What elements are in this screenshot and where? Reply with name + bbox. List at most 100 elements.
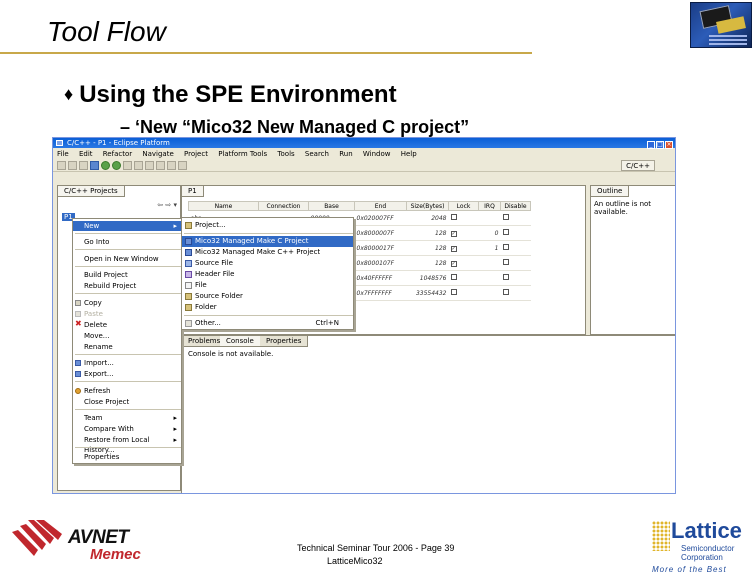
menu-item-paste[interactable]: Paste	[73, 309, 181, 319]
avnet-chevron-logo-icon	[12, 520, 62, 556]
submenu-item-project[interactable]: Project...	[182, 220, 353, 231]
external-tools-icon[interactable]	[123, 161, 132, 170]
menu-item-close-project[interactable]: Close Project	[73, 397, 181, 407]
lock-checkbox[interactable]	[448, 270, 479, 286]
menu-navigate[interactable]: Navigate	[142, 150, 173, 158]
tab-cpp-projects[interactable]: C/C++ Projects	[58, 186, 125, 197]
disable-checkbox[interactable]	[500, 240, 531, 256]
submenu-item-mico32-cpp-project[interactable]: Mico32 Managed Make C++ Project	[182, 247, 353, 258]
lock-checkbox[interactable]: ✓	[448, 240, 479, 256]
menu-item-export[interactable]: Export...	[73, 369, 181, 379]
build-icon[interactable]	[90, 161, 99, 170]
col-irq[interactable]: IRQ	[478, 201, 501, 211]
menu-project[interactable]: Project	[184, 150, 208, 158]
window-titlebar[interactable]: C/C++ - P1 - Eclipse Platform _ □ ×	[53, 138, 675, 149]
disable-checkbox[interactable]	[500, 210, 531, 226]
menu-item-new[interactable]: New ▸	[73, 221, 181, 231]
perspective-cpp[interactable]: C/C++	[626, 162, 650, 170]
menu-item-go-into[interactable]: Go Into	[73, 237, 181, 247]
new-class-icon[interactable]	[134, 161, 143, 170]
menu-item-rebuild-project[interactable]: Rebuild Project	[73, 281, 181, 291]
cell-size: 128	[406, 255, 449, 271]
menu-item-move[interactable]: Move...	[73, 331, 181, 341]
menu-item-copy[interactable]: Copy	[73, 298, 181, 308]
forward-icon[interactable]	[178, 161, 187, 170]
col-base[interactable]: Base	[308, 201, 355, 211]
diamond-bullet-icon: ♦	[64, 84, 74, 104]
disable-checkbox[interactable]	[500, 285, 531, 301]
menu-search[interactable]: Search	[305, 150, 329, 158]
menu-platform-tools[interactable]: Platform Tools	[218, 150, 267, 158]
disable-checkbox-icon[interactable]	[502, 259, 509, 265]
submenu-item-mico32-c-project[interactable]: Mico32 Managed Make C Project	[182, 236, 353, 247]
tab-editor-p1[interactable]: P1	[182, 186, 204, 197]
submenu-item-file[interactable]: File	[182, 280, 353, 291]
lock-checkbox[interactable]: ✓	[448, 255, 479, 271]
lock-checkbox-icon[interactable]	[450, 214, 457, 220]
lock-checkbox-icon[interactable]	[450, 274, 457, 280]
lock-checkbox[interactable]: ✓	[448, 225, 479, 241]
perspective-switcher[interactable]: C/C++	[621, 160, 655, 171]
minimize-button[interactable]: _	[647, 141, 655, 149]
menu-run[interactable]: Run	[339, 150, 352, 158]
lock-checkbox-icon[interactable]: ✓	[450, 245, 457, 252]
menu-item-properties[interactable]: Properties	[73, 452, 181, 462]
menu-item-import[interactable]: Import...	[73, 358, 181, 368]
submenu-item-other[interactable]: Other... Ctrl+N	[182, 318, 353, 329]
cell-end: 0x020007FF	[354, 210, 407, 226]
col-size[interactable]: Size(Bytes)	[406, 201, 449, 211]
col-connection[interactable]: Connection	[258, 201, 309, 211]
slide-title: Tool Flow	[47, 16, 166, 47]
save-icon[interactable]	[68, 161, 77, 170]
tab-console[interactable]: Console	[220, 336, 261, 347]
run-icon[interactable]	[112, 161, 121, 170]
menu-help[interactable]: Help	[401, 150, 417, 158]
back-icon[interactable]	[167, 161, 176, 170]
cell-irq	[478, 255, 501, 271]
lock-checkbox[interactable]	[448, 285, 479, 301]
menu-tools[interactable]: Tools	[277, 150, 294, 158]
menu-file[interactable]: File	[57, 150, 69, 158]
disable-checkbox[interactable]	[500, 270, 531, 286]
submenu-item-source-folder[interactable]: Source Folder	[182, 291, 353, 302]
search-icon[interactable]	[156, 161, 165, 170]
col-name[interactable]: Name	[188, 201, 259, 211]
menu-item-team[interactable]: Team ▸	[73, 413, 181, 423]
menu-refactor[interactable]: Refactor	[103, 150, 132, 158]
disable-checkbox-icon[interactable]	[502, 244, 509, 250]
maximize-button[interactable]: □	[656, 141, 664, 149]
submenu-item-source-file[interactable]: Source File	[182, 258, 353, 269]
menu-item-restore-history[interactable]: Restore from Local History... ▸	[73, 435, 181, 454]
collapse-all-icon[interactable]: ⇦ ⇨ ▾	[157, 201, 177, 209]
submenu-item-folder[interactable]: Folder	[182, 302, 353, 313]
menu-window[interactable]: Window	[363, 150, 391, 158]
debug-icon[interactable]	[101, 161, 110, 170]
col-end[interactable]: End	[354, 201, 407, 211]
submenu-item-header-file[interactable]: Header File	[182, 269, 353, 280]
disable-checkbox-icon[interactable]	[502, 214, 509, 220]
disable-checkbox-icon[interactable]	[502, 229, 509, 235]
lock-checkbox-icon[interactable]: ✓	[450, 260, 457, 267]
print-icon[interactable]	[79, 161, 88, 170]
disable-checkbox-icon[interactable]	[502, 289, 509, 295]
menu-item-compare-with[interactable]: Compare With ▸	[73, 424, 181, 434]
menu-item-build-project[interactable]: Build Project	[73, 270, 181, 280]
tab-outline[interactable]: Outline	[591, 186, 630, 197]
close-button[interactable]: ×	[665, 141, 673, 149]
lock-checkbox-icon[interactable]: ✓	[450, 230, 457, 237]
menu-item-open-new-window[interactable]: Open in New Window	[73, 254, 181, 264]
col-lock[interactable]: Lock	[448, 201, 479, 211]
lock-checkbox-icon[interactable]	[450, 289, 457, 295]
disable-checkbox[interactable]	[500, 225, 531, 241]
col-disable[interactable]: Disable	[500, 201, 531, 211]
menu-edit[interactable]: Edit	[79, 150, 93, 158]
menu-item-rename[interactable]: Rename	[73, 342, 181, 352]
new-icon[interactable]	[57, 161, 66, 170]
menu-item-delete[interactable]: ✖ Delete	[73, 320, 181, 330]
disable-checkbox[interactable]	[500, 255, 531, 271]
lock-checkbox[interactable]	[448, 210, 479, 226]
disable-checkbox-icon[interactable]	[502, 274, 509, 280]
open-type-icon[interactable]	[145, 161, 154, 170]
tab-properties[interactable]: Properties	[260, 336, 309, 347]
menu-item-refresh[interactable]: Refresh	[73, 386, 181, 396]
